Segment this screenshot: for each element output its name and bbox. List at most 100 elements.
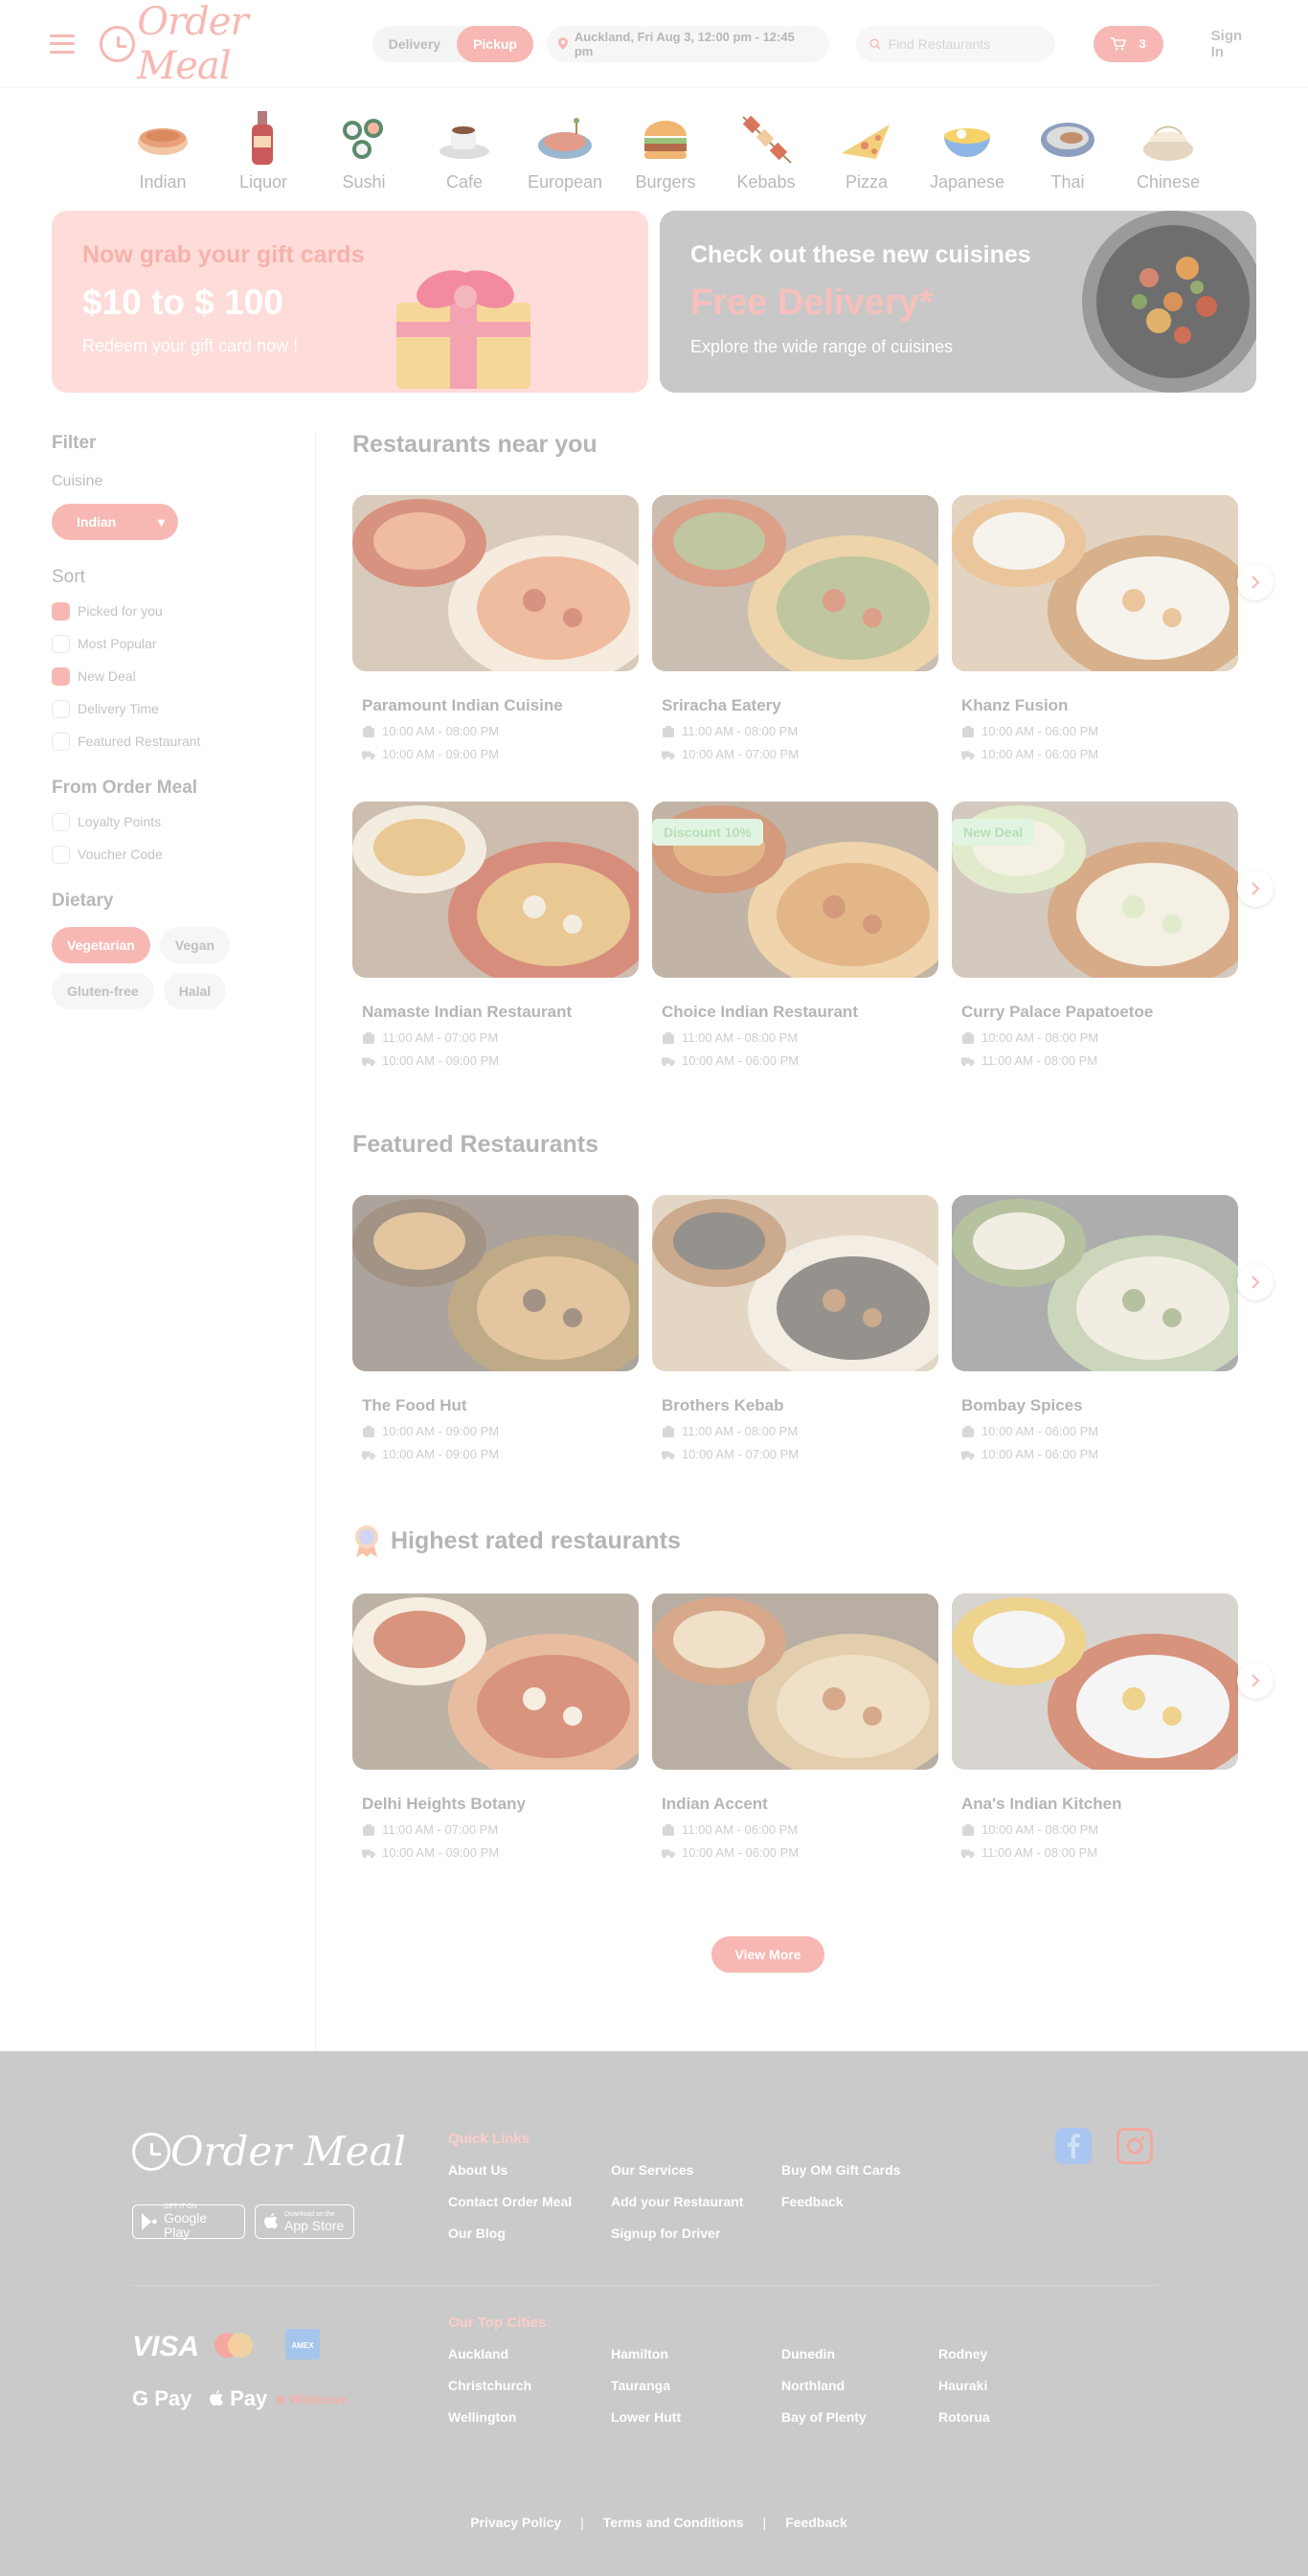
cart-button[interactable]: 3 [1093, 25, 1163, 62]
checkbox-delivery-time[interactable]: Delivery Time [52, 699, 296, 718]
restaurant-image[interactable] [352, 1195, 639, 1371]
terms-link[interactable]: Terms and Conditions [603, 2515, 744, 2530]
restaurant-name[interactable]: Ana's Indian Kitchen [952, 1795, 1238, 1814]
restaurant-card[interactable]: Indian Accent 11:00 AM - 06:00 PM 10:00 AM… [652, 1593, 938, 1860]
restaurant-name[interactable]: The Food Hut [352, 1396, 639, 1415]
footer-link-our-services[interactable]: Our Services [611, 2162, 693, 2178]
restaurant-card[interactable]: Discount 10% Choice Indian Restaurant 11:0… [652, 802, 938, 1068]
restaurant-card[interactable]: Sriracha Eatery 11:00 AM - 08:00 PM 10:00 … [652, 495, 938, 761]
pickup-option[interactable]: Pickup [457, 25, 533, 62]
checkbox-box[interactable] [52, 699, 70, 718]
checkbox-loyalty-points[interactable]: Loyalty Points [52, 812, 296, 831]
restaurant-image[interactable] [952, 1195, 1238, 1371]
restaurant-name[interactable]: Choice Indian Restaurant [652, 1003, 938, 1022]
restaurant-name[interactable]: Khanz Fusion [952, 696, 1238, 715]
category-european[interactable]: European [515, 107, 616, 211]
footer-link-add-your-restaurant[interactable]: Add your Restaurant [611, 2194, 743, 2209]
next-arrow-button[interactable] [1237, 870, 1274, 907]
city-link-hauraki[interactable]: Hauraki [938, 2378, 987, 2393]
cuisine-banner[interactable]: Check out these new cuisines Free Delive… [660, 211, 1256, 393]
restaurant-card[interactable]: The Food Hut 10:00 AM - 09:00 PM 10:00 AM … [352, 1195, 639, 1461]
footer-link-signup-for-driver[interactable]: Signup for Driver [611, 2226, 720, 2241]
footer-logo[interactable]: Order Meal [132, 2128, 406, 2175]
restaurant-image[interactable] [652, 1593, 938, 1770]
checkbox-featured-restaurant[interactable]: Featured Restaurant [52, 732, 296, 751]
app-store-button[interactable]: Download on the App Store [255, 2204, 354, 2239]
restaurant-image[interactable] [652, 495, 938, 671]
category-japanese[interactable]: Japanese [917, 107, 1018, 211]
next-arrow-button[interactable] [1237, 1662, 1274, 1699]
restaurant-name[interactable]: Sriracha Eatery [652, 696, 938, 715]
restaurant-image[interactable]: Discount 10% [652, 802, 938, 978]
next-arrow-button[interactable] [1237, 1264, 1274, 1300]
checkbox-box[interactable] [52, 667, 70, 686]
next-arrow-button[interactable] [1237, 564, 1274, 600]
view-more-button[interactable]: View More [711, 1936, 824, 1973]
footer-link-our-blog[interactable]: Our Blog [448, 2226, 506, 2241]
city-link-rotorua[interactable]: Rotorua [938, 2409, 990, 2425]
checkbox-box[interactable] [52, 732, 70, 751]
restaurant-name[interactable]: Indian Accent [652, 1795, 938, 1814]
checkbox-box[interactable] [52, 812, 70, 831]
restaurant-name[interactable]: Curry Palace Papatoetoe [952, 1003, 1238, 1022]
category-burgers[interactable]: Burgers [616, 107, 716, 211]
checkbox-box[interactable] [52, 601, 70, 621]
footer-link-contact-order-meal[interactable]: Contact Order Meal [448, 2194, 572, 2209]
restaurant-name[interactable]: Bombay Spices [952, 1396, 1238, 1415]
checkbox-voucher-code[interactable]: Voucher Code [52, 845, 296, 864]
category-sushi[interactable]: Sushi [314, 107, 415, 211]
dietary-vegetarian[interactable]: Vegetarian [52, 927, 150, 963]
facebook-icon[interactable] [1055, 2128, 1092, 2164]
dietary-gluten-free[interactable]: Gluten-free [52, 973, 154, 1009]
city-link-wellington[interactable]: Wellington [448, 2409, 516, 2425]
category-kebabs[interactable]: Kebabs [716, 107, 817, 211]
privacy-policy-link[interactable]: Privacy Policy [470, 2515, 561, 2530]
menu-icon[interactable] [50, 34, 75, 54]
dietary-vegan[interactable]: Vegan [159, 927, 231, 963]
feedback-link[interactable]: Feedback [785, 2515, 847, 2530]
footer-link-about-us[interactable]: About Us [448, 2162, 507, 2178]
cuisine-dropdown[interactable]: Indian ▾ [52, 504, 178, 540]
location-selector[interactable]: Auckland, Fri Aug 3, 12:00 pm - 12:45 pm [546, 25, 829, 62]
restaurant-card[interactable]: New Deal Curry Palace Papatoetoe 10:00 AM … [952, 802, 1238, 1068]
footer-link-feedback[interactable]: Feedback [781, 2194, 844, 2209]
category-indian[interactable]: Indian [113, 107, 214, 211]
category-chinese[interactable]: Chinese [1118, 107, 1219, 211]
restaurant-card[interactable]: Paramount Indian Cuisine 10:00 AM - 08:00… [352, 495, 639, 761]
sign-in-link[interactable]: Sign In [1211, 28, 1258, 60]
category-liquor[interactable]: Liquor [214, 107, 314, 211]
instagram-icon[interactable] [1116, 2128, 1153, 2164]
restaurant-name[interactable]: Delhi Heights Botany [352, 1795, 639, 1814]
restaurant-card[interactable]: Delhi Heights Botany 11:00 AM - 07:00 PM 1… [352, 1593, 639, 1860]
restaurant-image[interactable] [952, 495, 1238, 671]
restaurant-card[interactable]: Bombay Spices 10:00 AM - 06:00 PM 10:00 AM… [952, 1195, 1238, 1461]
checkbox-box[interactable] [52, 634, 70, 653]
brand-logo[interactable]: Order Meal [99, 0, 350, 88]
category-pizza[interactable]: Pizza [817, 107, 917, 211]
city-link-hamilton[interactable]: Hamilton [611, 2346, 668, 2361]
restaurant-card[interactable]: Brothers Kebab 11:00 AM - 08:00 PM 10:00 A… [652, 1195, 938, 1461]
delivery-option[interactable]: Delivery [372, 26, 457, 62]
restaurant-image[interactable] [952, 1593, 1238, 1770]
checkbox-new-deal[interactable]: New Deal [52, 667, 296, 686]
restaurant-image[interactable] [352, 495, 639, 671]
city-link-bay-of-plenty[interactable]: Bay of Plenty [781, 2409, 867, 2425]
footer-link-buy-om-gift-cards[interactable]: Buy OM Gift Cards [781, 2162, 900, 2178]
checkbox-picked-for-you[interactable]: Picked for you [52, 601, 296, 621]
restaurant-image[interactable]: New Deal [952, 802, 1238, 978]
category-thai[interactable]: Thai [1018, 107, 1118, 211]
dietary-halal[interactable]: Halal [163, 973, 227, 1009]
google-play-button[interactable]: GET IT ON Google Play [132, 2203, 245, 2240]
city-link-northland[interactable]: Northland [781, 2378, 845, 2393]
city-link-dunedin[interactable]: Dunedin [781, 2346, 835, 2361]
city-link-christchurch[interactable]: Christchurch [448, 2378, 531, 2393]
city-link-rodney[interactable]: Rodney [938, 2346, 987, 2361]
restaurant-image[interactable] [352, 802, 639, 978]
restaurant-card[interactable]: Khanz Fusion 10:00 AM - 06:00 PM 10:00 AM … [952, 495, 1238, 761]
checkbox-box[interactable] [52, 845, 70, 864]
restaurant-card[interactable]: Ana's Indian Kitchen 10:00 AM - 08:00 PM 1… [952, 1593, 1238, 1860]
restaurant-image[interactable] [652, 1195, 938, 1371]
checkbox-most-popular[interactable]: Most Popular [52, 634, 296, 653]
restaurant-name[interactable]: Paramount Indian Cuisine [352, 696, 639, 715]
restaurant-card[interactable]: Namaste Indian Restaurant 11:00 AM - 07:0… [352, 802, 639, 1068]
